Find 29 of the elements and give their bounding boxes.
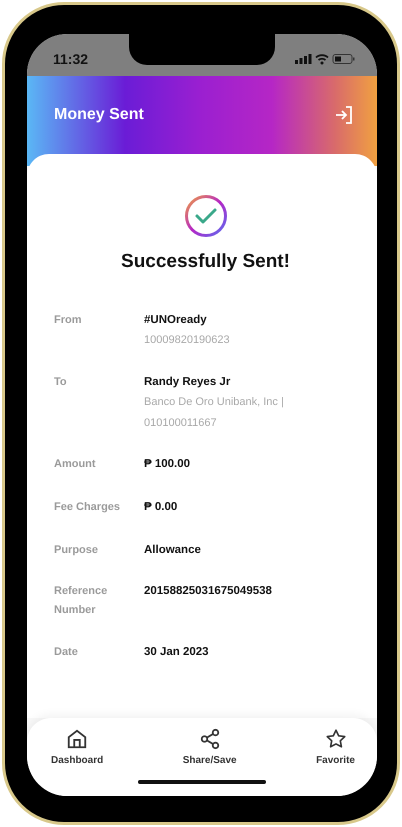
detail-subtext: 10009820190623 — [144, 333, 231, 348]
detail-value: Randy Reyes Jr — [144, 375, 232, 390]
success-title: Successfully Sent! — [120, 251, 291, 273]
status-icons — [295, 53, 355, 65]
detail-value: Allowance — [144, 543, 202, 558]
share-icon — [198, 728, 221, 750]
detail-label: From — [54, 313, 82, 328]
detail-value: 30 Jan 2023 — [144, 645, 210, 660]
home-icon — [66, 728, 88, 750]
exit-icon[interactable] — [335, 105, 353, 125]
detail-label: Amount — [54, 457, 97, 472]
star-icon — [324, 728, 347, 750]
detail-label: Fee Charges — [54, 500, 122, 515]
success-check-icon — [184, 194, 228, 238]
nav-item[interactable]: Share/Save — [182, 728, 237, 768]
detail-label: Date — [54, 645, 79, 660]
detail-subtext: 010100011667 — [144, 416, 218, 431]
status-time: 11:32 — [53, 51, 88, 67]
detail-label: Reference Number — [54, 584, 108, 618]
page-title: Money Sent — [54, 106, 144, 124]
detail-value: ₱ 100.00 — [144, 457, 192, 472]
detail-label: To — [54, 375, 68, 390]
nav-item[interactable]: Favorite — [316, 728, 355, 768]
detail-value: ₱ 0.00 — [144, 500, 178, 515]
detail-label: Purpose — [54, 543, 100, 558]
detail-value: #UNOready — [144, 313, 208, 328]
nav-item[interactable]: Dashboard — [51, 728, 104, 768]
detail-value: 20158825031675049538 — [144, 584, 273, 599]
detail-subtext: Banco De Oro Unibank, Inc | — [144, 395, 285, 410]
